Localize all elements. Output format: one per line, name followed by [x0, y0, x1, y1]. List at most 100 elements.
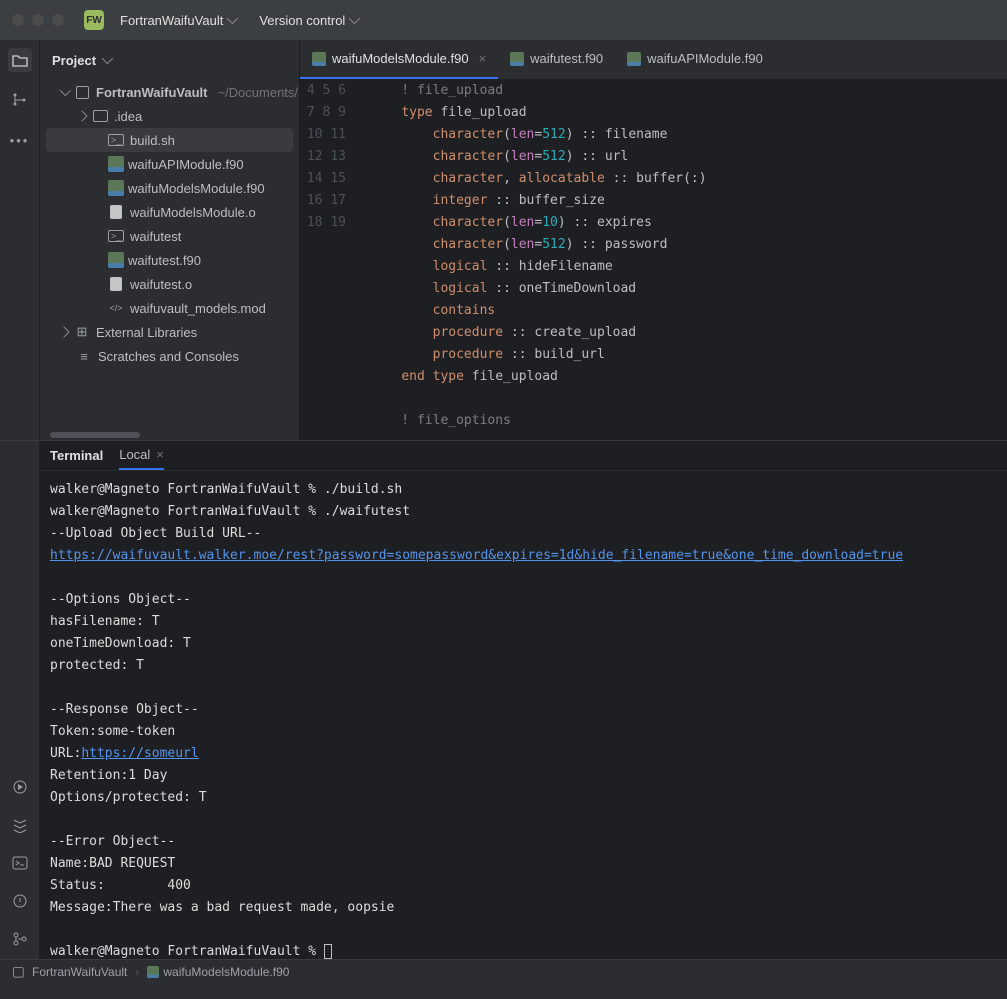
run-tool-icon[interactable] — [8, 775, 32, 799]
code-editor[interactable]: 4 5 6 7 8 9 10 11 12 13 14 15 16 17 18 1… — [300, 80, 1007, 440]
editor-area: waifuModelsModule.f90 × waifutest.f90 waifu… — [300, 40, 1007, 440]
chevron-right-icon — [76, 112, 88, 120]
breadcrumb-separator: › — [135, 965, 139, 979]
tree-item-label: waifuModelsModule.o — [130, 205, 256, 220]
terminal-title[interactable]: Terminal — [50, 442, 103, 469]
root-name: FortranWaifuVault — [96, 85, 207, 100]
main-layout: ••• Project FortranWaifuVault ~/Document… — [0, 40, 1007, 440]
fortran-icon — [108, 156, 124, 172]
terminal-link[interactable]: https://someurl — [81, 746, 198, 761]
folder-icon — [92, 108, 108, 124]
fortran-icon — [312, 52, 326, 66]
close-icon[interactable]: × — [156, 447, 164, 462]
root-path: ~/Documents/ — [217, 85, 298, 100]
breadcrumb[interactable]: FortranWaifuVault — [10, 964, 127, 980]
problems-tool-icon[interactable] — [8, 889, 32, 913]
module-icon — [12, 965, 25, 978]
crumb-file: waifuModelsModule.f90 — [163, 965, 289, 979]
left-bottom-toolstrip — [0, 441, 40, 959]
tab-label: waifuModelsModule.f90 — [332, 51, 469, 66]
terminal-output[interactable]: walker@Magneto FortranWaifuVault % ./bui… — [40, 471, 1007, 971]
tree-item-label: build.sh — [130, 133, 175, 148]
tree-item-label: waifutest — [130, 229, 181, 244]
close-window[interactable] — [12, 14, 24, 26]
chevron-down-icon — [58, 88, 70, 96]
editor-tab[interactable]: waifuModelsModule.f90 × — [300, 40, 498, 79]
tree-item[interactable]: waifuModelsModule.f90 — [40, 176, 299, 200]
window-controls — [12, 14, 64, 26]
editor-tabs: waifuModelsModule.f90 × waifutest.f90 waifu… — [300, 40, 1007, 80]
module-icon — [74, 84, 90, 100]
tree-item[interactable]: .idea — [40, 104, 299, 128]
code-content[interactable]: ! file_upload type file_upload character… — [360, 80, 1007, 440]
file-icon — [108, 204, 124, 220]
project-badge: FW — [84, 10, 104, 30]
chevron-down-icon — [349, 13, 360, 24]
tree-item-label: waifuAPIModule.f90 — [128, 157, 244, 172]
ext-libs-label: External Libraries — [96, 325, 197, 340]
file-icon — [108, 276, 124, 292]
project-selector[interactable]: FortranWaifuVault — [112, 9, 243, 32]
editor-tab[interactable]: waifutest.f90 — [498, 40, 615, 79]
minimize-window[interactable] — [32, 14, 44, 26]
tree-item-label: .idea — [114, 109, 142, 124]
terminal-session-label: Local — [119, 447, 150, 462]
ellipsis-icon: ••• — [10, 133, 30, 148]
breadcrumb[interactable]: waifuModelsModule.f90 — [147, 965, 289, 979]
project-tool-icon[interactable] — [8, 48, 32, 72]
scratches[interactable]: Scratches and Consoles — [40, 344, 299, 368]
library-icon — [74, 324, 90, 340]
vcs-label: Version control — [259, 13, 345, 28]
scratches-icon — [76, 348, 92, 364]
sidebar-header[interactable]: Project — [40, 40, 299, 80]
tree-item[interactable]: build.sh — [46, 128, 293, 152]
services-tool-icon[interactable] — [8, 813, 32, 837]
chevron-down-icon — [227, 13, 238, 24]
sidebar-title: Project — [52, 53, 96, 68]
terminal-link[interactable]: https://waifuvault.walker.moe/rest?passw… — [50, 548, 903, 563]
left-toolstrip: ••• — [0, 40, 40, 440]
more-tool-icon[interactable]: ••• — [8, 128, 32, 152]
fortran-icon — [147, 966, 159, 978]
code-icon — [108, 300, 124, 316]
tree-item-label: waifuModelsModule.f90 — [128, 181, 265, 196]
tree-item[interactable]: waifuvault_models.mod — [40, 296, 299, 320]
crumb-project: FortranWaifuVault — [32, 965, 127, 979]
tree-item[interactable]: waifutest — [40, 224, 299, 248]
fortran-icon — [627, 52, 641, 66]
tree-item[interactable]: waifuAPIModule.f90 — [40, 152, 299, 176]
sidebar-scrollbar[interactable] — [50, 432, 289, 440]
project-sidebar: Project FortranWaifuVault ~/Documents/ .… — [40, 40, 300, 440]
terminal-content: Terminal Local × walker@Magneto FortranW… — [40, 441, 1007, 959]
terminal-session-tab[interactable]: Local × — [119, 441, 164, 470]
tree-item[interactable]: waifutest.f90 — [40, 248, 299, 272]
tree-item-label: waifutest.f90 — [128, 253, 201, 268]
chevron-right-icon — [58, 328, 70, 336]
vcs-menu[interactable]: Version control — [251, 9, 365, 32]
external-libraries[interactable]: External Libraries — [40, 320, 299, 344]
tab-label: waifuAPIModule.f90 — [647, 51, 763, 66]
console-icon — [108, 228, 124, 244]
terminal-panel: Terminal Local × walker@Magneto FortranW… — [0, 440, 1007, 959]
vcs-tool-icon[interactable] — [8, 927, 32, 951]
tree-root[interactable]: FortranWaifuVault ~/Documents/ — [40, 80, 299, 104]
tab-label: waifutest.f90 — [530, 51, 603, 66]
structure-tool-icon[interactable] — [8, 88, 32, 112]
console-icon — [108, 132, 124, 148]
scratches-label: Scratches and Consoles — [98, 349, 239, 364]
tree-item-label: waifuvault_models.mod — [130, 301, 266, 316]
tree-item[interactable]: waifutest.o — [40, 272, 299, 296]
line-gutter: 4 5 6 7 8 9 10 11 12 13 14 15 16 17 18 1… — [300, 80, 360, 440]
terminal-cursor — [324, 944, 332, 959]
fortran-icon — [108, 252, 124, 268]
editor-tab[interactable]: waifuAPIModule.f90 — [615, 40, 775, 79]
terminal-tabs: Terminal Local × — [40, 441, 1007, 471]
close-icon[interactable]: × — [479, 51, 487, 66]
tree-item-label: waifutest.o — [130, 277, 192, 292]
terminal-tool-icon[interactable] — [8, 851, 32, 875]
titlebar: FW FortranWaifuVault Version control — [0, 0, 1007, 40]
fortran-icon — [108, 180, 124, 196]
project-name: FortranWaifuVault — [120, 13, 223, 28]
tree-item[interactable]: waifuModelsModule.o — [40, 200, 299, 224]
maximize-window[interactable] — [52, 14, 64, 26]
